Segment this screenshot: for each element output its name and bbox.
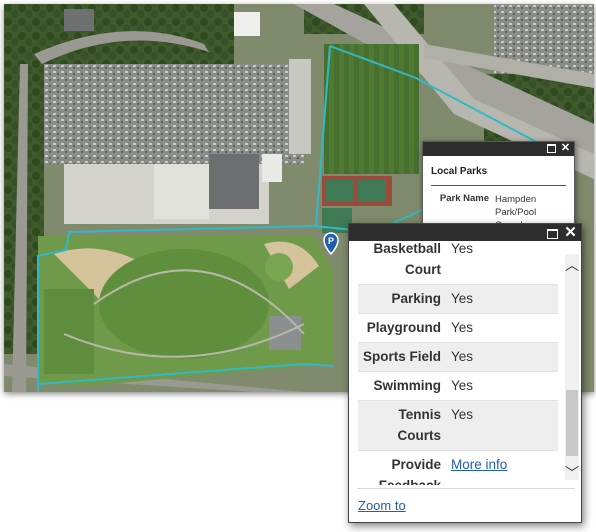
building (209, 154, 259, 209)
tennis-court (358, 180, 386, 202)
maximize-icon[interactable] (546, 143, 557, 154)
attribute-scroll-area[interactable]: Basketball Court Yes Parking Yes Playgro… (349, 241, 565, 485)
field-name: Tennis Courts (358, 400, 446, 451)
popup-heading: Local Parks (431, 166, 488, 177)
chevron-up-icon[interactable]: ︿ (565, 258, 579, 272)
field-name: Swimming (358, 371, 446, 401)
value-line: Hampden (495, 194, 537, 205)
building (64, 9, 94, 31)
value-line: Park/Pool (495, 207, 537, 218)
popup-scrollbar[interactable]: ︿ ﹀ (565, 254, 579, 480)
attribute-row: Parking Yes (358, 284, 558, 314)
field-value: More info (446, 450, 558, 485)
field-value: Yes (446, 241, 558, 285)
attribute-table: Basketball Court Yes Parking Yes Playgro… (358, 241, 558, 485)
chevron-down-icon[interactable]: ﹀ (565, 466, 579, 480)
attribute-row: Provide Feedback More info (358, 450, 558, 485)
building (262, 154, 282, 182)
building (289, 59, 311, 154)
attribute-row: Playground Yes (358, 313, 558, 343)
sports-field (324, 44, 419, 174)
building (154, 164, 209, 219)
zoom-to-link[interactable]: Zoom to (358, 498, 406, 513)
field-value: Yes (446, 284, 558, 314)
attribute-row: Sports Field Yes (358, 342, 558, 372)
more-info-link[interactable]: More info (451, 457, 507, 472)
parking-lot (44, 64, 304, 164)
soccer-field (44, 289, 94, 374)
ballfield-grass (265, 253, 293, 281)
field-value: Yes (446, 313, 558, 343)
close-icon[interactable]: ✕ (564, 225, 577, 240)
field-name: Playground (358, 313, 446, 343)
athletic-field (99, 249, 269, 359)
parking-marker-label: P (328, 236, 334, 246)
maximize-icon[interactable] (546, 226, 559, 239)
field-value: Yes (446, 371, 558, 401)
attribute-row: Tennis Courts Yes (358, 400, 558, 451)
close-icon[interactable]: ✕ (560, 143, 571, 154)
field-value: Yes (446, 400, 558, 451)
tennis-court (326, 180, 354, 202)
field-name: Basketball Court (358, 241, 446, 285)
scrollbar-thumb[interactable] (566, 390, 578, 456)
footer-divider (357, 488, 575, 489)
field-name: Provide Feedback (358, 450, 446, 485)
attribute-row: Swimming Yes (358, 371, 558, 401)
field-name: Parking (358, 284, 446, 314)
field-name: Sports Field (358, 342, 446, 372)
popup-titlebar: ✕ (349, 224, 581, 241)
attribute-row: Basketball Court Yes (358, 241, 558, 285)
field-value: Yes (446, 342, 558, 372)
park-details-popup: ✕ Basketball Court Yes Parking Yes Playg… (348, 223, 582, 523)
popup-titlebar: ✕ (423, 142, 574, 156)
building (234, 12, 260, 36)
